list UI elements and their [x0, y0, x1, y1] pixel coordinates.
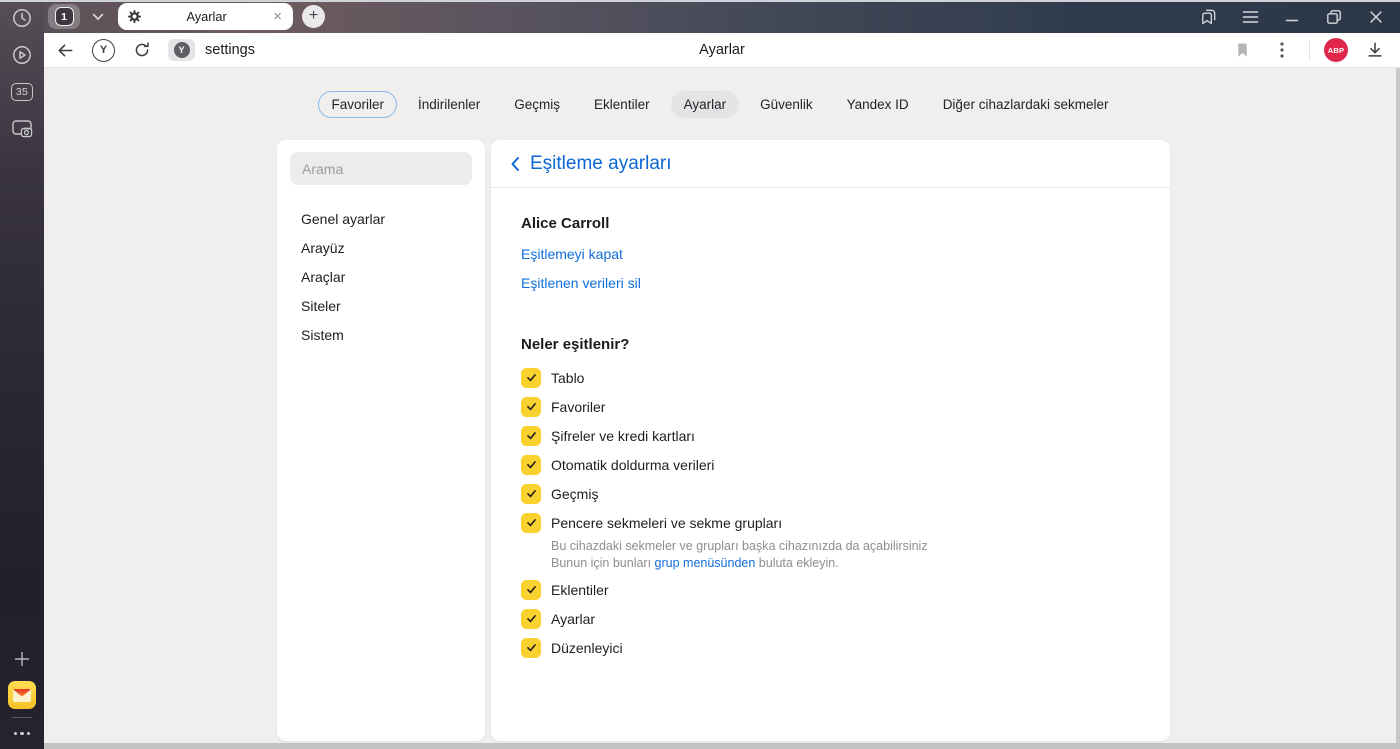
tab-list-chevron-icon[interactable] — [86, 5, 110, 29]
history-clock-icon[interactable] — [8, 4, 36, 32]
settings-sidebar-panel: Genel ayarlarArayüzAraçlarSitelerSistem — [277, 140, 485, 741]
window-right-edge — [1396, 68, 1400, 749]
play-icon[interactable] — [8, 41, 36, 69]
account-name: Alice Carroll — [521, 215, 610, 232]
sidebar-item[interactable]: Sistem — [277, 320, 485, 349]
sync-item-label: Otomatik doldurma verileri — [551, 456, 715, 473]
browser-window: 35 1 Ayarlar × + Ayarlar Y Y settings AB… — [0, 0, 1400, 749]
settings-page: Favoriler İndirilenler Geçmiş Eklentiler Aya… — [44, 68, 1396, 743]
sync-item-label: Favoriler — [551, 398, 606, 415]
sync-item-row: Ayarlar — [521, 604, 1140, 633]
more-options-icon[interactable] — [1269, 37, 1295, 63]
sync-item-label: Düzenleyici — [551, 639, 623, 656]
sync-settings-title: Eşitleme ayarları — [530, 152, 672, 174]
side-panel-icon[interactable] — [1198, 7, 1218, 27]
yandex-mail-icon[interactable] — [8, 680, 36, 709]
sync-item-row: Pencere sekmeleri ve sekme grupları Bu c… — [521, 508, 1140, 575]
sidebar-item[interactable]: Arayüz — [277, 233, 485, 262]
rail-add-icon[interactable] — [8, 645, 36, 673]
reload-icon[interactable] — [129, 37, 155, 63]
sync-items-section-title: Neler eşitlenir? — [521, 336, 630, 353]
nav-tab[interactable]: Diğer cihazlardaki sekmeler — [930, 91, 1122, 118]
site-favicon[interactable]: Y — [168, 39, 195, 61]
close-window-icon[interactable] — [1366, 7, 1386, 27]
checkbox-checked-icon[interactable] — [521, 396, 541, 417]
tab-close-icon[interactable]: × — [271, 9, 284, 24]
tab-count-badge[interactable]: 35 — [8, 78, 36, 106]
active-tab[interactable]: Ayarlar × — [118, 3, 293, 30]
checkbox-checked-icon[interactable] — [521, 367, 541, 388]
tab-counter-button[interactable]: 1 — [48, 4, 80, 29]
sync-item-row: Favoriler — [521, 392, 1140, 421]
toolbar-separator — [1309, 40, 1310, 60]
sync-item-label: Tablo — [551, 369, 585, 386]
nav-tab[interactable]: İndirilenler — [405, 91, 493, 118]
checkbox-checked-icon[interactable] — [521, 425, 541, 446]
restore-icon[interactable] — [1324, 7, 1344, 27]
sync-item-label: Geçmiş — [551, 485, 599, 502]
window-top-border — [0, 0, 1400, 2]
sync-items-list: Tablo Favoriler Şifreler ve kredi kartla… — [521, 363, 1140, 662]
sidebar-item[interactable]: Genel ayarlar — [277, 204, 485, 233]
chevron-left-icon — [510, 156, 520, 172]
yandex-button-icon[interactable]: Y — [92, 38, 115, 62]
address-bar: Ayarlar Y Y settings ABP — [44, 33, 1400, 68]
nav-tab[interactable]: Eklentiler — [581, 91, 663, 118]
group-menu-link[interactable]: grup menüsünden — [655, 556, 756, 570]
new-tab-button[interactable]: + — [302, 5, 325, 28]
url-text[interactable]: settings — [205, 42, 255, 58]
side-rail: 35 — [0, 0, 44, 749]
sync-settings-panel: Eşitleme ayarları Alice Carroll Eşitleme… — [491, 140, 1170, 741]
sync-item-row: Eklentiler — [521, 575, 1140, 604]
delete-synced-data-link[interactable]: Eşitlenen verileri sil — [521, 275, 641, 291]
sidebar-item[interactable]: Araçlar — [277, 262, 485, 291]
checkbox-checked-icon[interactable] — [521, 512, 541, 533]
sync-item-row: Geçmiş — [521, 479, 1140, 508]
sync-item-row: Tablo — [521, 363, 1140, 392]
sync-item-note: Bu cihazdaki sekmeler ve grupları başka … — [551, 539, 928, 570]
nav-tab[interactable]: Yandex ID — [834, 91, 922, 118]
rail-more-icon[interactable] — [14, 726, 30, 741]
checkbox-checked-icon[interactable] — [521, 454, 541, 475]
tab-counter-value: 1 — [54, 7, 74, 26]
checkbox-checked-icon[interactable] — [521, 637, 541, 658]
nav-tab[interactable]: Ayarlar — [670, 91, 740, 118]
tab-title: Ayarlar — [186, 9, 227, 24]
checkbox-checked-icon[interactable] — [521, 483, 541, 504]
adblock-extension-icon[interactable]: ABP — [1324, 38, 1348, 62]
bookmark-flag-icon[interactable] — [1229, 37, 1255, 63]
search-input[interactable] — [290, 160, 472, 177]
checkbox-checked-icon[interactable] — [521, 579, 541, 600]
nav-tab[interactable]: Güvenlik — [747, 91, 826, 118]
sync-item-row: Düzenleyici — [521, 633, 1140, 662]
settings-sidebar-items: Genel ayarlar Arayüz Araçlar Siteler Sistem — [277, 204, 485, 349]
sync-item-label: Şifreler ve kredi kartları — [551, 427, 695, 444]
tab-strip: 1 Ayarlar × + — [44, 0, 1400, 33]
minimize-icon[interactable] — [1282, 7, 1302, 27]
download-icon[interactable] — [1362, 37, 1388, 63]
settings-nav-tabs: Favoriler İndirilenler Geçmiş Eklentiler Aya… — [44, 91, 1396, 118]
settings-search[interactable] — [290, 152, 472, 185]
menu-icon[interactable] — [1240, 7, 1260, 27]
screen-capture-icon[interactable] — [8, 115, 36, 143]
sync-item-label: Pencere sekmeleri ve sekme grupları — [551, 514, 783, 531]
nav-tab[interactable]: Geçmiş — [501, 91, 573, 118]
sync-item-row: Şifreler ve kredi kartları — [521, 421, 1140, 450]
nav-tab[interactable]: Favoriler — [318, 91, 397, 118]
tab-gear-icon — [127, 9, 142, 24]
disable-sync-link[interactable]: Eşitlemeyi kapat — [521, 246, 623, 262]
sync-item-label: Ayarlar — [551, 610, 596, 627]
sync-settings-back-header[interactable]: Eşitleme ayarları — [491, 140, 1170, 188]
checkbox-checked-icon[interactable] — [521, 608, 541, 629]
window-bottom-edge — [44, 743, 1400, 749]
sync-item-row: Otomatik doldurma verileri — [521, 450, 1140, 479]
sidebar-item[interactable]: Siteler — [277, 291, 485, 320]
rail-divider — [12, 716, 32, 718]
back-icon[interactable] — [52, 37, 78, 63]
sync-item-label: Eklentiler — [551, 581, 609, 598]
